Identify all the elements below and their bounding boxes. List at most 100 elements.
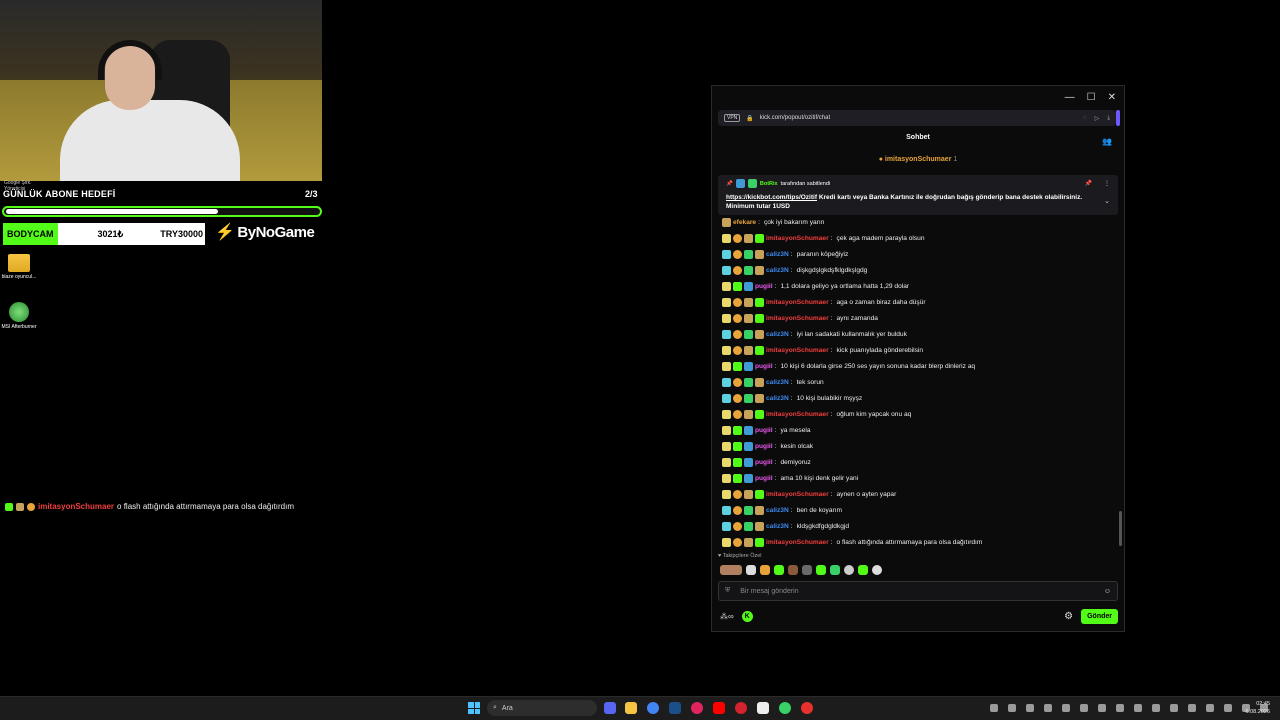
gift-badge-icon[interactable] xyxy=(722,217,731,227)
tray-icon[interactable] xyxy=(1152,704,1160,712)
chat-username[interactable]: caliz3N xyxy=(766,251,789,258)
chat-username[interactable]: imitasyonSchumaer xyxy=(766,411,829,418)
chat-username[interactable]: imitasyonSchumaer xyxy=(766,539,829,546)
tray-icon[interactable] xyxy=(1170,704,1178,712)
vip-badge-icon[interactable] xyxy=(755,313,764,323)
gift-badge-icon[interactable] xyxy=(755,377,764,387)
vpn-badge[interactable]: VPN xyxy=(724,114,741,122)
tray-icon[interactable] xyxy=(1098,704,1106,712)
address-bar[interactable]: VPN 🔒 kick.com/popout/ozitif/chat ◌ ▷ ⤓ xyxy=(718,110,1116,126)
green-badge-icon[interactable] xyxy=(744,505,753,515)
sub-badge-icon[interactable] xyxy=(722,537,731,547)
chat-username[interactable]: pugiil xyxy=(755,459,773,466)
obs-icon[interactable] xyxy=(779,702,791,714)
shield-icon[interactable]: ◌ xyxy=(1083,115,1087,122)
play-icon[interactable]: ▷ xyxy=(1095,115,1100,122)
og-badge-icon[interactable] xyxy=(722,393,731,403)
steam-icon[interactable] xyxy=(669,702,681,714)
chat-username[interactable]: imitasyonSchumaer xyxy=(766,299,829,306)
blue-badge-icon[interactable] xyxy=(744,457,753,467)
tray-icon[interactable] xyxy=(1008,704,1016,712)
chrome-icon[interactable] xyxy=(647,702,659,714)
chat-username[interactable]: pugiil xyxy=(755,475,773,482)
chat-username[interactable]: caliz3N xyxy=(766,379,789,386)
emote-icon[interactable] xyxy=(774,565,784,575)
coin-badge-icon[interactable] xyxy=(733,329,742,339)
maximize-button[interactable]: ☐ xyxy=(1087,92,1096,103)
gift-badge-icon[interactable] xyxy=(755,393,764,403)
chat-username[interactable]: caliz3N xyxy=(766,395,789,402)
sub-badge-icon[interactable] xyxy=(722,361,731,371)
tray-icon[interactable] xyxy=(1026,704,1034,712)
chat-username[interactable]: efekare xyxy=(733,219,756,226)
tray-icon[interactable] xyxy=(1080,704,1088,712)
user-settings-icon[interactable]: 👥 xyxy=(1102,137,1112,146)
opera-gx-icon[interactable] xyxy=(735,702,747,714)
og-badge-icon[interactable] xyxy=(722,521,731,531)
url-text[interactable]: kick.com/popout/ozitif/chat xyxy=(760,115,830,121)
gift-badge-icon[interactable] xyxy=(755,329,764,339)
chat-username[interactable]: pugiil xyxy=(755,443,773,450)
vip-badge-icon[interactable] xyxy=(733,441,742,451)
chat-username[interactable]: caliz3N xyxy=(766,331,789,338)
discord-icon[interactable] xyxy=(604,702,616,714)
chat-username[interactable]: imitasyonSchumaer xyxy=(766,347,829,354)
tray-icon[interactable] xyxy=(1188,704,1196,712)
coin-badge-icon[interactable] xyxy=(733,377,742,387)
emote-icon[interactable] xyxy=(844,565,854,575)
coin-badge-icon[interactable] xyxy=(733,409,742,419)
tray-icon[interactable] xyxy=(990,704,998,712)
tray-icon[interactable] xyxy=(1134,704,1142,712)
coin-badge-icon[interactable] xyxy=(733,345,742,355)
sub-badge-icon[interactable] xyxy=(722,233,731,243)
tray-icon[interactable] xyxy=(1116,704,1124,712)
vip-badge-icon[interactable] xyxy=(755,537,764,547)
coin-badge-icon[interactable] xyxy=(733,489,742,499)
taskbar-clock[interactable]: 02:45 6.08.2026 xyxy=(1246,700,1270,716)
emote-icon[interactable] xyxy=(830,565,840,575)
gift-badge-icon[interactable] xyxy=(755,249,764,259)
gift-badge-icon[interactable] xyxy=(744,409,753,419)
og-badge-icon[interactable] xyxy=(722,249,731,259)
coin-badge-icon[interactable] xyxy=(733,249,742,259)
sub-badge-icon[interactable] xyxy=(722,297,731,307)
sub-badge-icon[interactable] xyxy=(722,473,731,483)
download-icon[interactable]: ⤓ xyxy=(1107,115,1110,122)
tray-icon[interactable] xyxy=(1062,704,1070,712)
og-badge-icon[interactable] xyxy=(722,377,731,387)
taskbar-search[interactable]: ⌕ Ara xyxy=(487,700,597,716)
chat-input[interactable]: ⛨ Bir mesaj gönderin ☺ xyxy=(718,581,1118,601)
chevron-down-icon[interactable]: ⌄ xyxy=(1104,197,1110,205)
points-icon[interactable]: ⁂∞ xyxy=(720,612,734,621)
tray-icon[interactable] xyxy=(1224,704,1232,712)
coin-badge-icon[interactable] xyxy=(733,297,742,307)
emote-icon[interactable] xyxy=(872,565,882,575)
app-icon[interactable] xyxy=(757,702,769,714)
start-button[interactable] xyxy=(468,702,480,714)
emoji-picker-icon[interactable]: ☺ xyxy=(1104,588,1111,595)
vip-badge-icon[interactable] xyxy=(733,361,742,371)
desktop-folder-shortcut[interactable]: blaze oyuncul... xyxy=(1,254,37,281)
og-badge-icon[interactable] xyxy=(722,505,731,515)
green-badge-icon[interactable] xyxy=(744,329,753,339)
media-player-icon[interactable] xyxy=(691,702,703,714)
coin-badge-icon[interactable] xyxy=(733,537,742,547)
sub-badge-icon[interactable] xyxy=(722,441,731,451)
emote-icon[interactable] xyxy=(816,565,826,575)
vip-badge-icon[interactable] xyxy=(755,233,764,243)
chat-username[interactable]: imitasyonSchumaer xyxy=(766,315,829,322)
chat-username[interactable]: imitasyonSchumaer xyxy=(766,491,829,498)
emote-icon[interactable] xyxy=(760,565,770,575)
file-explorer-icon[interactable] xyxy=(625,702,637,714)
app-icon[interactable] xyxy=(801,702,813,714)
chat-username[interactable]: caliz3N xyxy=(766,267,789,274)
emote-icon[interactable] xyxy=(720,565,742,575)
vip-badge-icon[interactable] xyxy=(733,425,742,435)
sub-badge-icon[interactable] xyxy=(722,409,731,419)
og-badge-icon[interactable] xyxy=(722,329,731,339)
tray-icon[interactable] xyxy=(1206,704,1214,712)
vip-badge-icon[interactable] xyxy=(733,281,742,291)
emote-icon[interactable] xyxy=(746,565,756,575)
send-button[interactable]: Gönder xyxy=(1081,608,1118,624)
coin-badge-icon[interactable] xyxy=(733,313,742,323)
